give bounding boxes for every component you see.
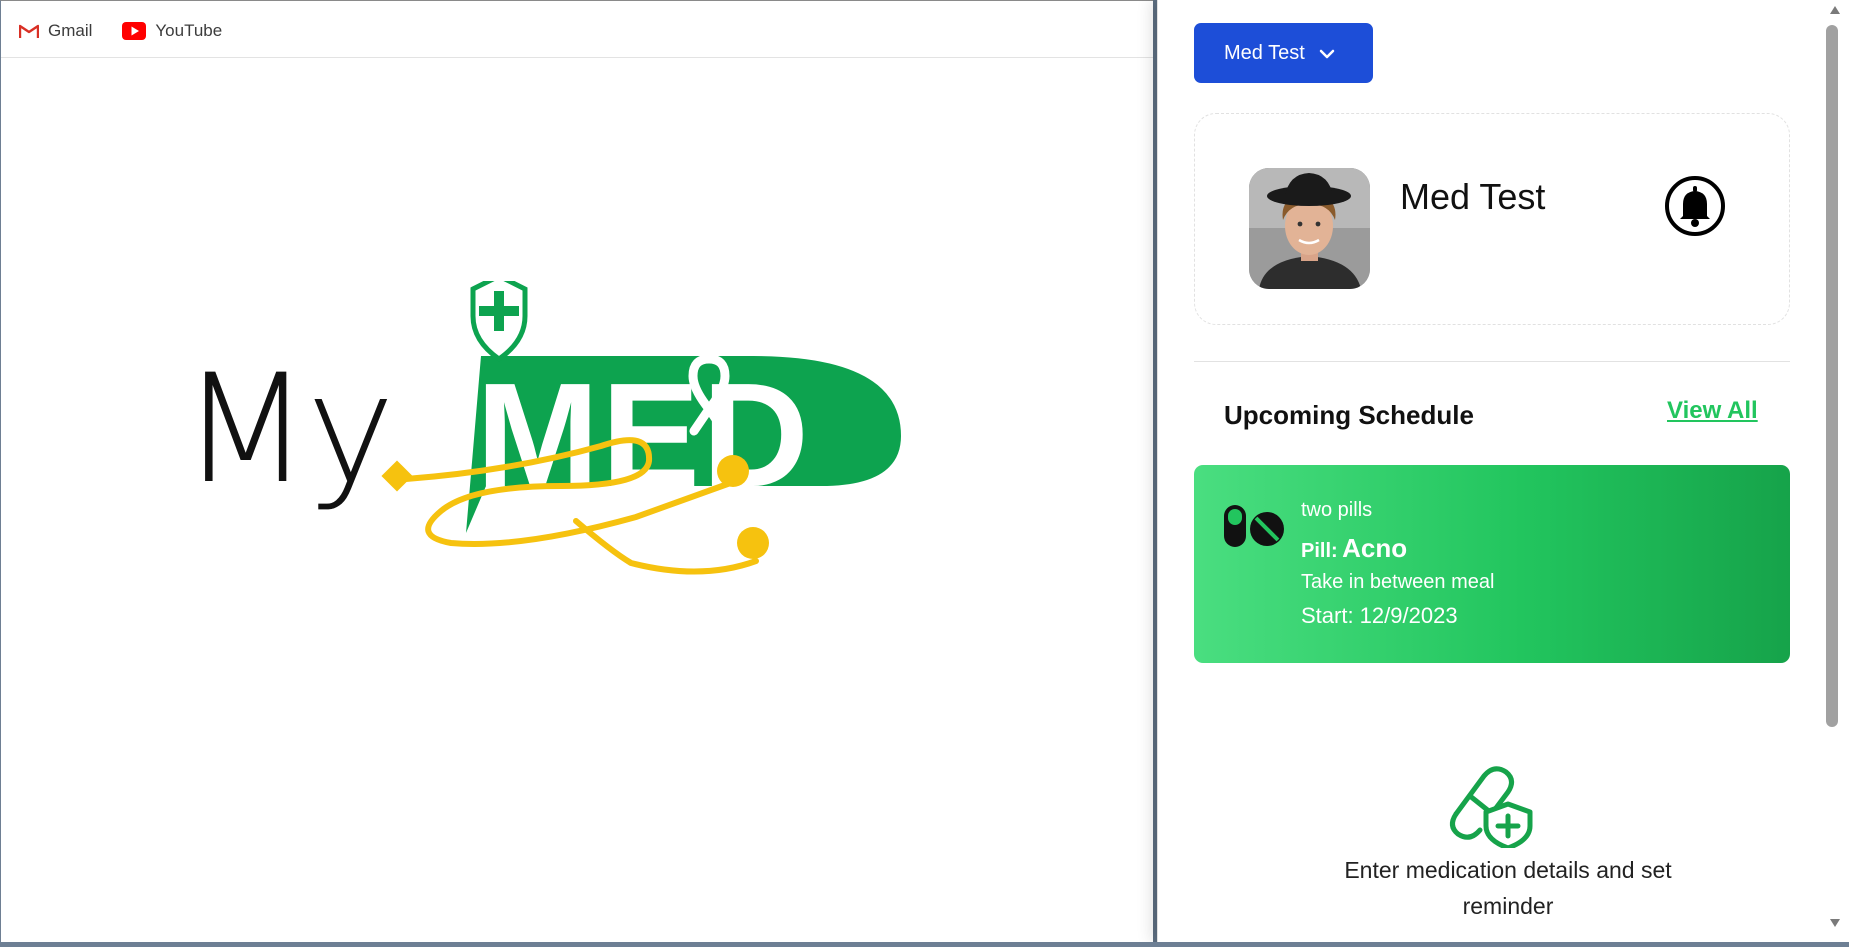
desktop-edge [0, 942, 1849, 947]
medication-side-panel: Med Test Med Test Upcoming Schedule View… [1157, 0, 1849, 942]
view-all-link[interactable]: View All [1667, 397, 1758, 425]
profile-dropdown[interactable]: Med Test [1194, 23, 1373, 83]
logo-my-text: My [181, 343, 391, 517]
dose-text: two pills [1301, 499, 1373, 521]
scroll-down-arrow-icon[interactable] [1829, 915, 1841, 933]
profile-dropdown-label: Med Test [1224, 41, 1305, 64]
panel-scrollbar[interactable] [1821, 0, 1849, 942]
add-medication-prompt: Enter medication details and set reminde… [1344, 857, 1672, 919]
browser-content: Gmail YouTube My MED [0, 0, 1156, 947]
profile-card: Med Test [1194, 113, 1790, 325]
pills-icon [1222, 501, 1286, 554]
scrollbar-thumb[interactable] [1826, 25, 1838, 727]
logo-med-text: MED [476, 353, 811, 518]
instruction-text: Take in between meal [1301, 571, 1495, 593]
start-date-text: Start: 12/9/2023 [1301, 603, 1458, 628]
bookmarks-bar: Gmail YouTube [1, 5, 1156, 58]
gmail-icon [19, 23, 39, 39]
youtube-icon [122, 22, 147, 40]
pill-name-line: Pill: Acno [1301, 533, 1407, 564]
bookmark-label: Gmail [48, 21, 93, 40]
bookmark-gmail[interactable]: Gmail [19, 21, 92, 41]
notification-bell-button[interactable] [1663, 174, 1727, 238]
bookmark-label: YouTube [155, 21, 223, 40]
bell-icon [1663, 176, 1727, 242]
add-medication-icon[interactable] [1444, 756, 1536, 853]
upcoming-schedule-heading: Upcoming Schedule [1224, 400, 1474, 430]
chevron-down-icon [1319, 42, 1335, 65]
scroll-up-arrow-icon[interactable] [1829, 2, 1841, 20]
divider [1194, 361, 1790, 362]
avatar [1249, 168, 1370, 289]
mymed-logo: My MED [181, 273, 921, 681]
profile-name: Med Test [1400, 176, 1546, 217]
shield-plus-icon [470, 273, 528, 363]
bookmark-youtube[interactable]: YouTube [122, 21, 222, 41]
pill-label: Pill: [1301, 540, 1338, 562]
pill-name: Acno [1342, 533, 1408, 563]
schedule-card[interactable]: two pills Pill: Acno Take in between mea… [1194, 465, 1790, 663]
